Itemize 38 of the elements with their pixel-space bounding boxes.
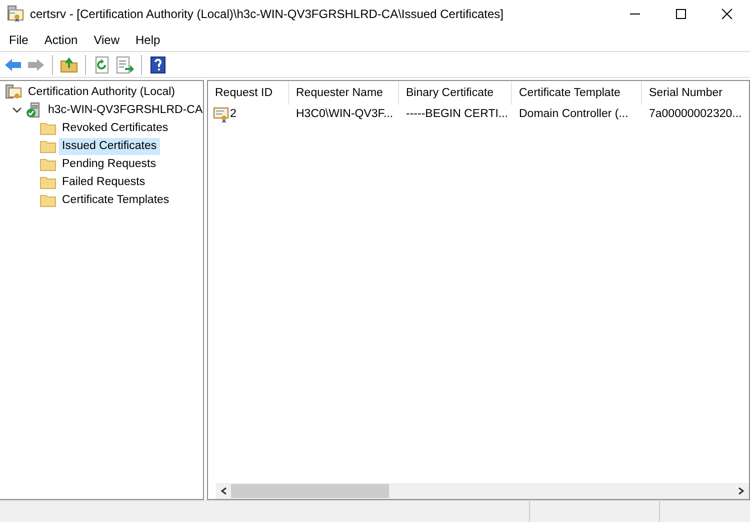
- export-list-button[interactable]: [114, 54, 136, 76]
- tree-item[interactable]: Certificate Templates: [59, 192, 172, 208]
- table-cell-text: 7a00000002320...: [648, 107, 743, 122]
- table-cell-text: Domain Controller (...: [518, 107, 630, 122]
- table-cell-text: H3C0\WIN-QV3F...: [295, 107, 394, 122]
- scroll-left-icon: [219, 486, 229, 496]
- menu-item[interactable]: Action: [35, 30, 85, 48]
- tree-item[interactable]: Certification Authority (Local): [25, 84, 178, 100]
- folder-icon: [40, 193, 56, 207]
- table-cell-text: -----BEGIN CERTI...: [405, 107, 510, 122]
- folder-icon: [40, 139, 56, 153]
- scroll-right-icon: [736, 486, 746, 496]
- column-header[interactable]: Binary Certificate: [399, 81, 512, 105]
- tree-item[interactable]: Issued Certificates: [59, 138, 160, 154]
- column-header[interactable]: Certificate Template: [512, 81, 642, 105]
- tree-item[interactable]: Pending Requests: [59, 156, 159, 172]
- tree-item[interactable]: h3c-WIN-QV3FGRSHLRD-CA: [45, 102, 206, 118]
- window-title: certsrv - [Certification Authority (Local)\h3c-WIN-QV3FGRSHLRD-CA\Issued Certificates]: [30, 6, 504, 23]
- tree-item[interactable]: Revoked Certificates: [59, 120, 172, 136]
- maximize-icon: [675, 8, 687, 20]
- column-header[interactable]: Request ID: [208, 81, 289, 105]
- folder-icon: [40, 175, 56, 189]
- menu-item[interactable]: File: [0, 30, 36, 48]
- certificate-server-icon: [4, 84, 22, 100]
- menu-item[interactable]: View: [84, 30, 126, 48]
- table-cell-text: 2: [230, 107, 236, 122]
- folder-icon: [40, 157, 56, 171]
- server-icon: [26, 102, 42, 118]
- column-header[interactable]: Requester Name: [289, 81, 399, 105]
- scrollbar-thumb[interactable]: [231, 484, 389, 498]
- tree-item[interactable]: Failed Requests: [59, 174, 148, 190]
- column-header[interactable]: Serial Number: [642, 81, 749, 105]
- app-icon: [6, 5, 24, 23]
- certificate-icon: [213, 106, 230, 122]
- folder-icon: [40, 121, 56, 135]
- horizontal-scrollbar[interactable]: [216, 483, 749, 499]
- menu-item[interactable]: Help: [126, 30, 168, 48]
- close-icon: [721, 8, 733, 20]
